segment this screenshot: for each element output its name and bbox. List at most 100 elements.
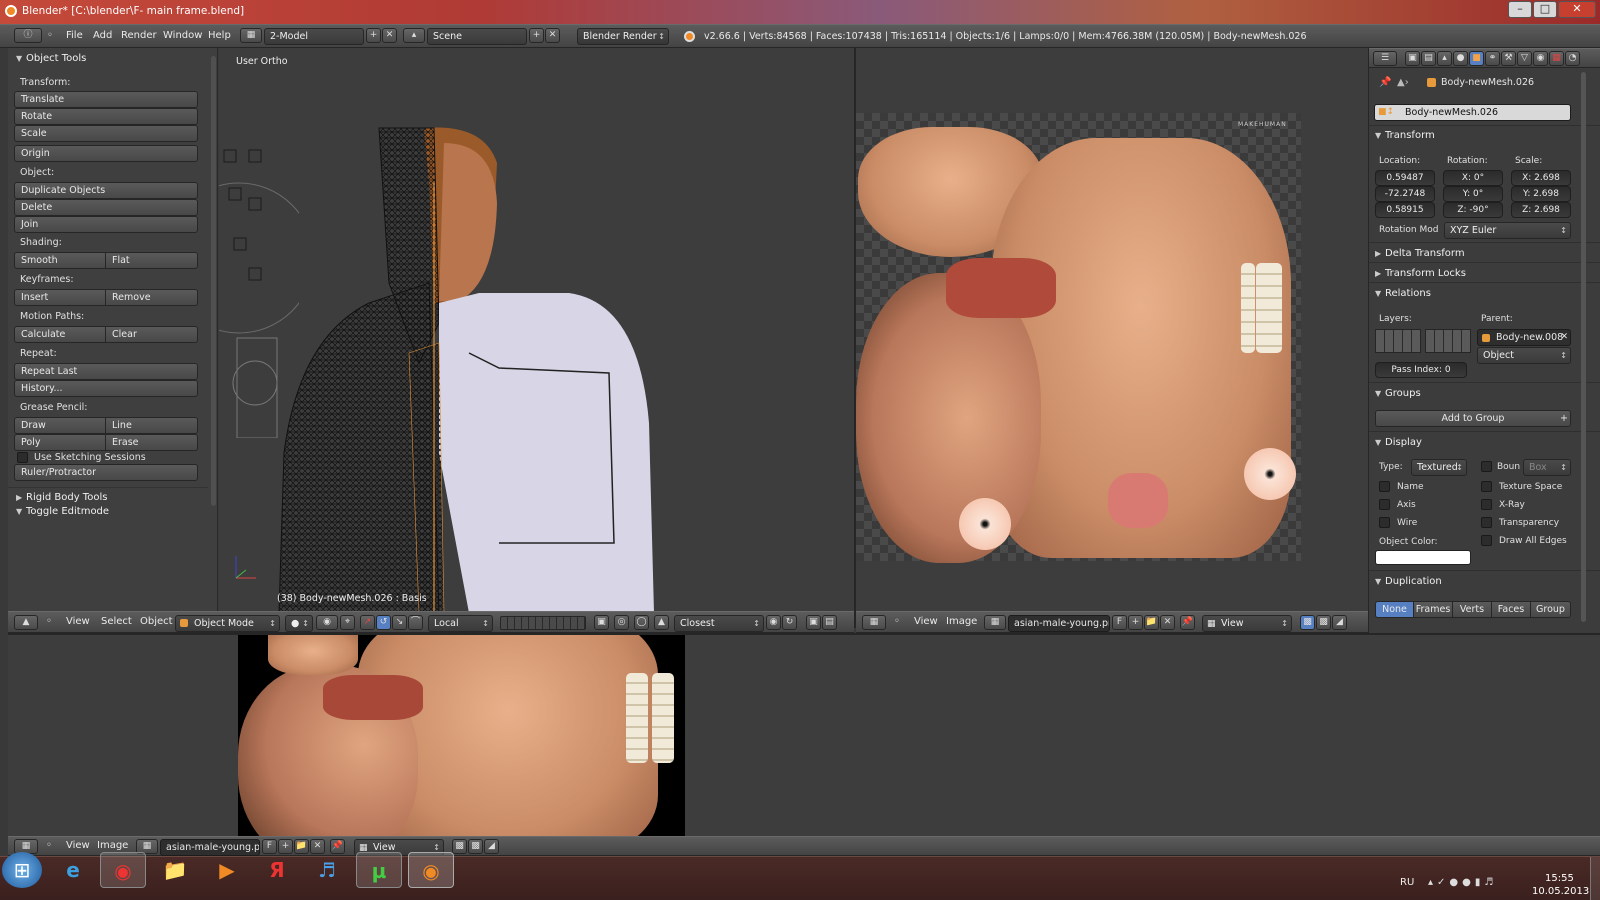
scene-tab-icon[interactable]: ▴ — [1437, 51, 1452, 66]
material-tab-icon[interactable]: ◉ — [1533, 51, 1548, 66]
tray-icons[interactable]: ▴✓●●▮♬ — [1428, 877, 1497, 888]
menu-view[interactable]: View — [66, 616, 90, 627]
snap-toggle-icon[interactable]: ▲ — [654, 615, 669, 630]
duplication-none-button[interactable]: None — [1375, 601, 1414, 618]
bottom-image-editor[interactable] — [8, 633, 1600, 836]
ie-icon[interactable]: e — [50, 852, 96, 888]
calculate-button[interactable]: Calculate — [14, 326, 106, 343]
constraints-tab-icon[interactable]: ⚭ — [1485, 51, 1500, 66]
smooth-button[interactable]: Smooth — [14, 252, 106, 269]
collapse-menu-icon[interactable]: ◦ — [894, 616, 900, 627]
chrome-icon[interactable]: ◉ — [100, 852, 146, 888]
render-still-icon[interactable]: ▣ — [806, 615, 821, 630]
parent-type-dropdown[interactable]: Object — [1477, 347, 1571, 364]
editor-type-properties-icon[interactable]: ☰ — [1373, 51, 1397, 66]
menu-help[interactable]: Help — [208, 30, 231, 41]
screen-layout-field[interactable]: 2-Model — [264, 28, 364, 45]
pin-image-icon[interactable]: 📌 — [1180, 615, 1195, 630]
collapse-menu-icon[interactable]: ◦ — [46, 840, 52, 851]
translate-manipulator-icon[interactable]: ↗ — [360, 615, 375, 630]
image-name-field[interactable]: asian-male-young.png — [1008, 615, 1110, 632]
bounds-checkbox[interactable] — [1481, 461, 1492, 472]
render-layers-tab-icon[interactable]: ▤ — [1421, 51, 1436, 66]
menu-select[interactable]: Select — [101, 616, 132, 627]
erase-button[interactable]: Erase — [106, 434, 198, 451]
rotation-mode-dropdown[interactable]: XYZ Euler — [1444, 222, 1571, 239]
remove-layout-icon[interactable]: ✕ — [382, 28, 397, 43]
scene-icon[interactable]: ▴ — [403, 28, 425, 43]
manipulator-toggle-icon[interactable]: ⌖ — [340, 615, 355, 630]
new-image-icon[interactable]: + — [1128, 615, 1143, 630]
media-player-icon[interactable]: ▶ — [204, 852, 250, 888]
poly-button[interactable]: Poly — [14, 434, 106, 451]
duplication-group-button[interactable]: Group — [1531, 601, 1571, 618]
transparency-checkbox[interactable] — [1481, 517, 1492, 528]
duplication-verts-button[interactable]: Verts — [1453, 601, 1492, 618]
editor-type-3d-icon[interactable]: ▲ — [14, 615, 38, 630]
clock-time[interactable]: 15:55 — [1545, 873, 1574, 884]
menu-object[interactable]: Object — [140, 616, 173, 627]
relations-header[interactable]: ▼ Relations — [1375, 288, 1431, 299]
transform-orientation-dropdown[interactable]: Local — [428, 615, 493, 632]
blender-task-icon[interactable]: ◉ — [408, 852, 454, 888]
history-button[interactable]: History... — [14, 380, 198, 397]
delete-button[interactable]: Delete — [14, 199, 198, 216]
utorrent-icon[interactable]: µ — [356, 852, 402, 888]
viewport-3d[interactable]: User Ortho (38) Body-newMesh.026 : Basis — [219, 48, 854, 611]
clear-parent-icon[interactable]: ✕ — [1560, 330, 1568, 345]
pass-index-field[interactable]: Pass Index: 0 — [1375, 362, 1467, 378]
editor-type-image-icon[interactable]: ▦ — [862, 615, 886, 630]
minimize-button[interactable]: – — [1508, 1, 1532, 18]
object-layers-grid-a[interactable] — [1375, 329, 1421, 353]
delta-transform-header[interactable]: ▶ Delta Transform — [1375, 248, 1465, 259]
modifiers-tab-icon[interactable]: ⚒ — [1501, 51, 1516, 66]
properties-scrollbar[interactable] — [1581, 72, 1586, 622]
location-z-field[interactable]: 0.58915 — [1375, 202, 1435, 218]
menu-image[interactable]: Image — [97, 840, 128, 851]
viewport-shading-dropdown[interactable]: ● — [285, 615, 313, 632]
display-header[interactable]: ▼ Display — [1375, 437, 1422, 448]
scale-x-field[interactable]: X: 2.698 — [1511, 170, 1571, 186]
rigid-body-tools-header[interactable]: ▶ Rigid Body Tools — [16, 492, 107, 503]
xray-checkbox[interactable] — [1481, 499, 1492, 510]
texture-tab-icon[interactable]: ▦ — [1549, 51, 1564, 66]
name-checkbox[interactable] — [1379, 481, 1390, 492]
remove-keyframe-button[interactable]: Remove — [106, 289, 198, 306]
repeat-last-button[interactable]: Repeat Last — [14, 363, 198, 380]
line-button[interactable]: Line — [106, 417, 198, 434]
display-mode-dropdown[interactable]: ▦ View — [1202, 615, 1292, 632]
collapse-menu-icon[interactable]: ◦ — [46, 616, 52, 627]
start-button[interactable]: ⊞ — [2, 852, 42, 888]
duplication-frames-button[interactable]: Frames — [1414, 601, 1453, 618]
draw-channels-icon[interactable]: ▩ — [452, 839, 467, 854]
menu-view[interactable]: View — [914, 616, 938, 627]
render-tab-icon[interactable]: ▣ — [1405, 51, 1420, 66]
alpha-channel-icon[interactable]: ▩ — [1316, 615, 1331, 630]
toggle-editmode-header[interactable]: ▼ Toggle Editmode — [16, 506, 109, 517]
image-browse-icon[interactable]: ▦ — [984, 615, 1006, 630]
show-desktop-button[interactable] — [1590, 857, 1600, 900]
rotation-y-field[interactable]: Y: 0° — [1443, 186, 1503, 202]
lock-layers-icon[interactable]: ▣ — [594, 615, 609, 630]
scale-button[interactable]: Scale — [14, 125, 198, 142]
object-tab-icon[interactable]: ■ — [1469, 51, 1484, 66]
extra-manipulator-icon[interactable]: ⌒ — [408, 615, 423, 630]
draw-button[interactable]: Draw — [14, 417, 106, 434]
render-engine-dropdown[interactable]: Blender Render — [577, 28, 669, 45]
origin-button[interactable]: Origin — [14, 145, 198, 162]
translate-button[interactable]: Translate — [14, 91, 198, 108]
scale-z-field[interactable]: Z: 2.698 — [1511, 202, 1571, 218]
mode-dropdown[interactable]: Object Mode — [175, 615, 280, 632]
object-layers-grid-b[interactable] — [1425, 329, 1471, 353]
menu-window[interactable]: Window — [163, 30, 202, 41]
screen-layout-icon[interactable]: ▦ — [240, 28, 262, 43]
menu-image[interactable]: Image — [946, 616, 977, 627]
object-tools-header[interactable]: ▼ Object Tools — [16, 53, 86, 64]
insert-keyframe-button[interactable]: Insert — [14, 289, 106, 306]
transform-panel-header[interactable]: ▼ Transform — [1375, 130, 1435, 141]
snap-target-icon[interactable]: ◉ — [766, 615, 781, 630]
location-y-field[interactable]: -72.2748 — [1375, 186, 1435, 202]
snap-element-dropdown[interactable]: Closest — [674, 615, 764, 632]
ruler-protractor-button[interactable]: Ruler/Protractor — [14, 464, 198, 481]
unlink-image-icon[interactable]: ✕ — [1160, 615, 1175, 630]
